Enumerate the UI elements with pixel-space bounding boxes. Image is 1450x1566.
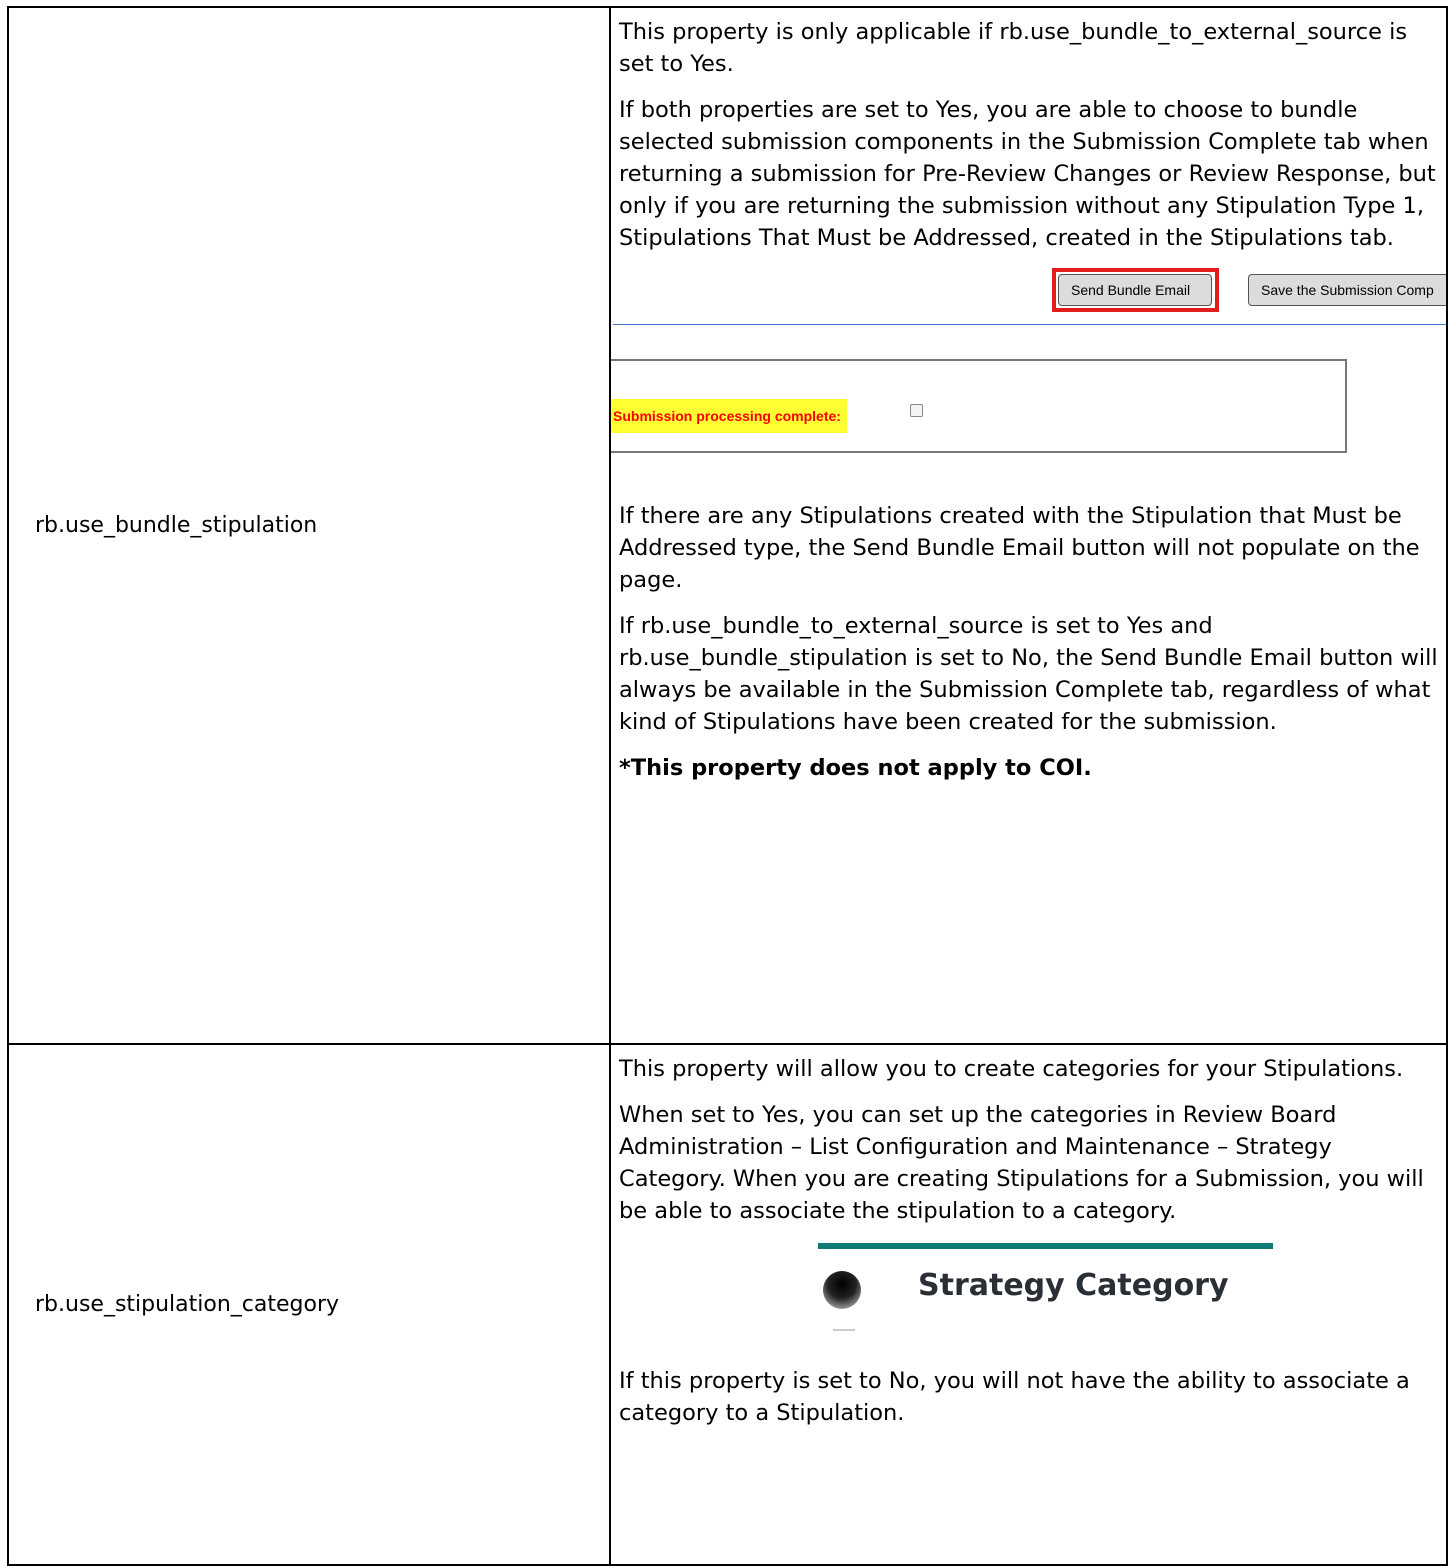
bullet-icon — [823, 1271, 861, 1309]
table-row: rb.use_bundle_stipulation This property … — [7, 6, 1448, 1045]
strategy-category-screenshot: Strategy Category — [619, 1241, 1438, 1351]
paragraph: If this property is set to No, you will … — [619, 1368, 1410, 1426]
completion-panel: Submission processing complete: — [611, 359, 1347, 453]
paragraph: When set to Yes, you can set up the cate… — [619, 1102, 1424, 1224]
strategy-category-heading: Strategy Category — [918, 1268, 1229, 1303]
send-bundle-email-button[interactable]: Send Bundle Email — [1058, 274, 1212, 306]
processing-complete-checkbox[interactable] — [910, 404, 923, 417]
save-submission-button[interactable]: Save the Submission Comp — [1248, 274, 1446, 306]
paragraph: If there are any Stipulations created wi… — [619, 503, 1420, 593]
accent-bar — [818, 1243, 1273, 1249]
property-description: This property will allow you to create c… — [609, 1043, 1448, 1566]
paragraph: If both properties are set to Yes, you a… — [619, 97, 1436, 251]
properties-table: rb.use_bundle_stipulation This property … — [7, 6, 1448, 1566]
property-name: rb.use_bundle_stipulation — [7, 6, 611, 1045]
property-description: This property is only applicable if rb.u… — [609, 6, 1448, 1045]
bundle-email-screenshot: Send Bundle Email Save the Submission Co… — [611, 268, 1446, 486]
divider — [613, 324, 1446, 325]
processing-complete-label: Submission processing complete: — [611, 399, 847, 433]
divider — [833, 1329, 855, 1331]
property-name: rb.use_stipulation_category — [7, 1043, 611, 1566]
paragraph: If rb.use_bundle_to_external_source is s… — [619, 613, 1438, 735]
table-row: rb.use_stipulation_category This propert… — [7, 1043, 1448, 1566]
coi-note: *This property does not apply to COI. — [619, 755, 1092, 781]
paragraph: This property will allow you to create c… — [619, 1056, 1404, 1082]
paragraph: This property is only applicable if rb.u… — [619, 19, 1408, 77]
